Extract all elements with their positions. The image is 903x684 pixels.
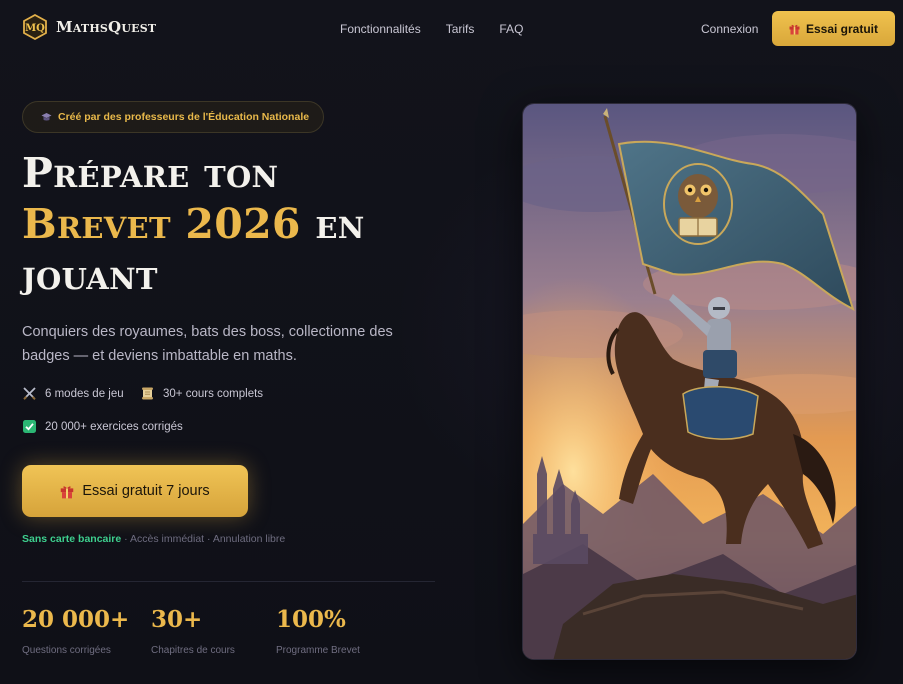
graduation-cap-icon	[41, 112, 52, 120]
free-trial-button[interactable]: Essai gratuit	[772, 11, 895, 46]
login-link[interactable]: Connexion	[701, 22, 758, 36]
stat-chapters: 30+ Chapitres de cours	[151, 606, 235, 656]
brand-logo[interactable]: MQ MathsQuest	[22, 14, 156, 40]
stat-program: 100% Programme Brevet	[276, 606, 360, 656]
headline-connector: en	[315, 200, 365, 248]
hero-illustration	[522, 103, 857, 660]
teacher-badge: Créé par des professeurs de l'Éducation …	[22, 101, 325, 133]
svg-text:MQ: MQ	[25, 23, 45, 34]
check-box-icon	[23, 420, 36, 433]
stat-questions-value: 20 000+	[22, 606, 130, 633]
feature-game-modes-label: 6 modes de jeu	[45, 387, 124, 400]
gift-icon	[61, 485, 74, 498]
scroll-icon	[142, 387, 153, 400]
no-card-note: Sans carte bancaire	[22, 533, 122, 545]
nav-link-pricing[interactable]: Tarifs	[446, 22, 475, 36]
knight-with-owl-banner-illustration	[523, 104, 856, 659]
headline-highlight: Brevet 2026	[22, 200, 301, 248]
feature-game-modes: 6 modes de jeu	[22, 386, 124, 401]
feature-courses-label: 30+ cours complets	[163, 387, 264, 400]
hero-subtitle: Conquiers des royaumes, bats des boss, c…	[22, 324, 393, 364]
stat-program-label: Programme Brevet	[276, 645, 360, 656]
stats-divider	[22, 581, 435, 582]
hero-headline: Prépare ton Brevet 2026 en jouant	[22, 148, 442, 301]
headline-line-1: Prépare ton	[22, 149, 279, 197]
nav-links: Fonctionnalités Tarifs FAQ	[340, 22, 523, 36]
feature-exercises-label: 20 000+ exercices corrigés	[45, 420, 183, 433]
teacher-badge-text: Créé par des professeurs de l'Éducation …	[58, 111, 310, 123]
gift-icon	[789, 24, 800, 34]
brand-name: MathsQuest	[56, 18, 157, 36]
stat-questions-label: Questions corrigées	[22, 645, 111, 656]
crossed-swords-icon	[23, 387, 36, 400]
nav-link-faq[interactable]: FAQ	[499, 22, 523, 36]
top-navigation: MQ MathsQuest Fonctionnalités Tarifs FAQ…	[0, 0, 903, 57]
stat-program-value: 100%	[276, 606, 346, 633]
feature-exercises: 20 000+ exercices corrigés	[22, 419, 183, 434]
stat-chapters-value: 30+	[151, 606, 203, 633]
trial-conditions-rest: · Accès immédiat · Annulation libre	[121, 533, 286, 545]
stat-chapters-label: Chapitres de cours	[151, 645, 235, 656]
start-free-trial-button[interactable]: Essai gratuit 7 jours	[22, 465, 248, 517]
feature-courses: 30+ cours complets	[140, 386, 263, 401]
free-trial-label: Essai gratuit	[805, 21, 879, 36]
headline-line-3: jouant	[22, 251, 158, 299]
nav-link-features[interactable]: Fonctionnalités	[340, 22, 421, 36]
logo-shield-icon: MQ	[23, 14, 47, 40]
start-free-trial-label: Essai gratuit 7 jours	[82, 483, 210, 499]
trial-conditions: Sans carte bancaire · Accès immédiat · A…	[22, 533, 285, 545]
stat-questions: 20 000+ Questions corrigées	[22, 606, 129, 656]
